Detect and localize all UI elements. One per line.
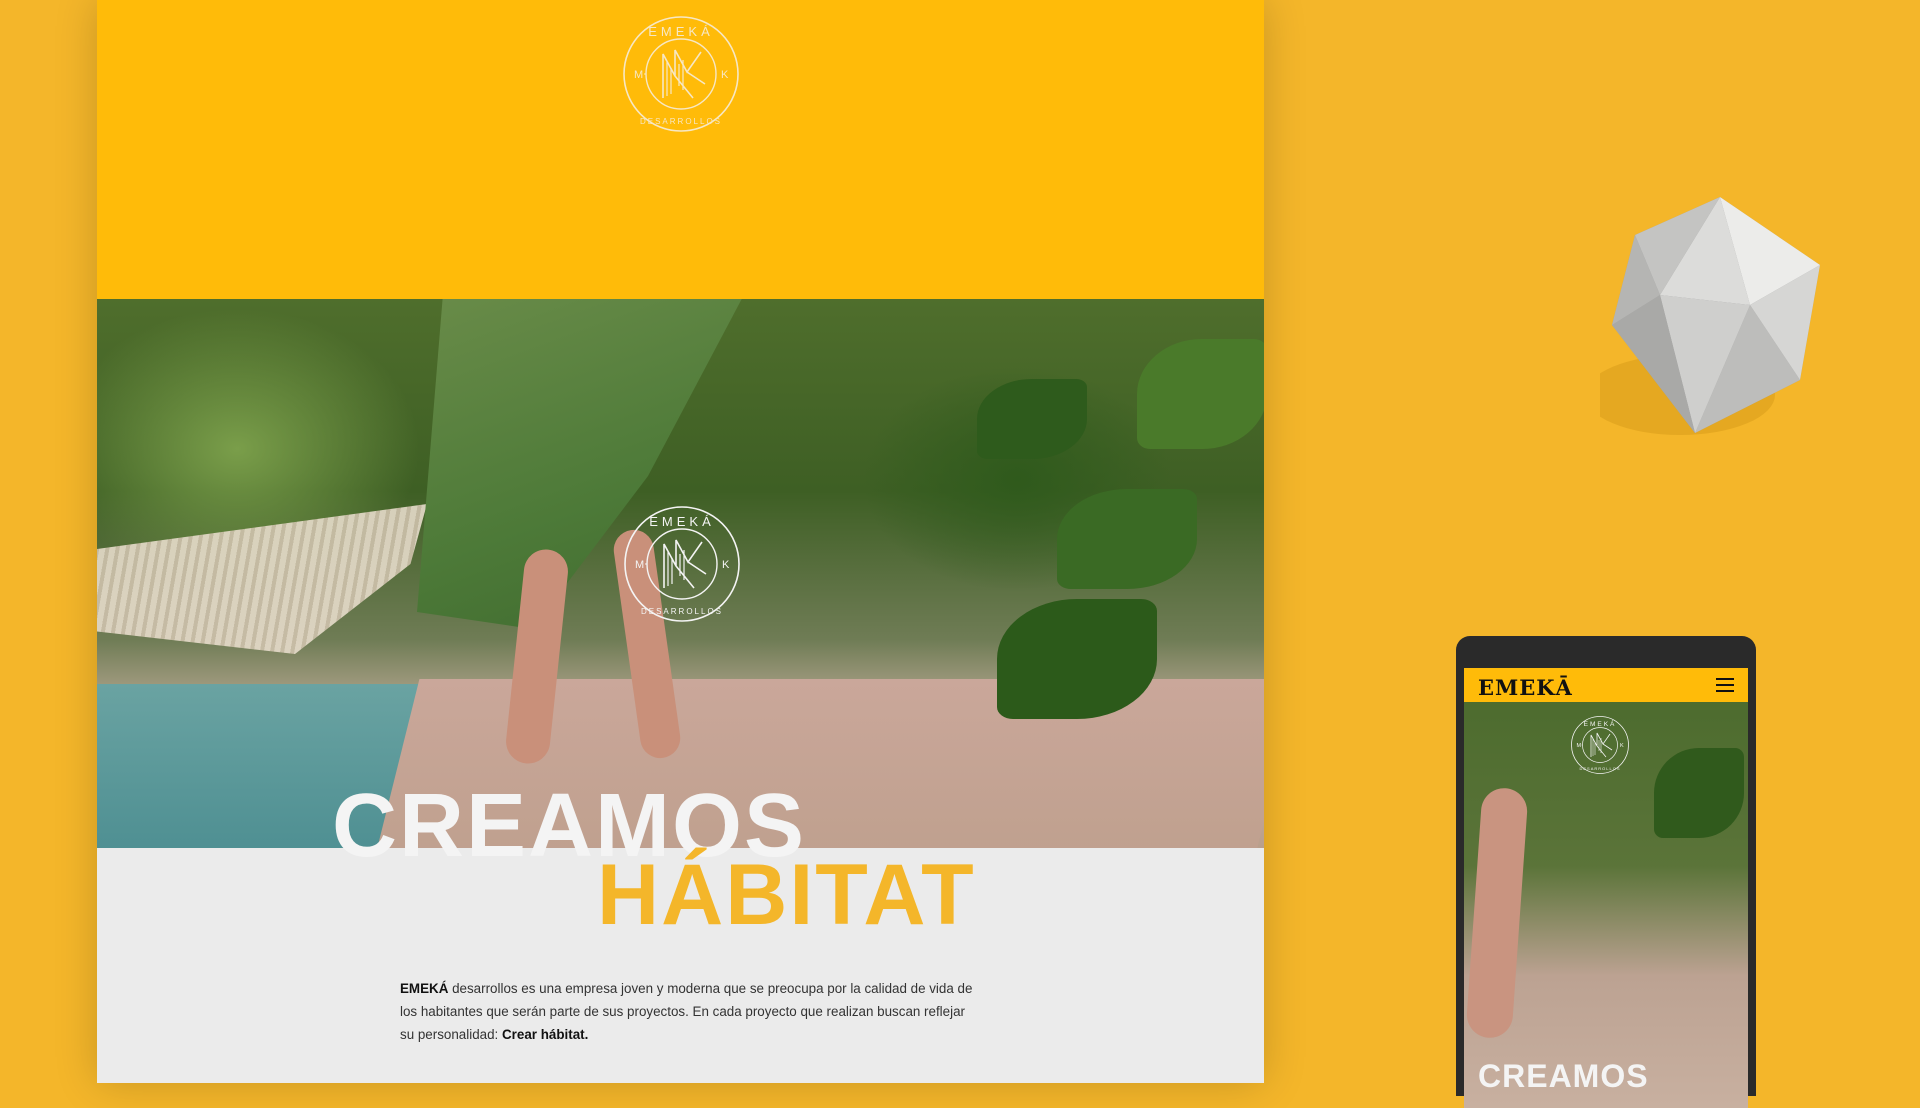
hero-image: EMEKÁ M K DESARROLLOS — [97, 299, 1264, 848]
svg-text:DESARROLLOS: DESARROLLOS — [1579, 766, 1620, 771]
mobile-brand[interactable]: EMEKĀ — [1478, 675, 1573, 700]
intro-paragraph: EMEKÁ desarrollos es una empresa joven y… — [400, 977, 980, 1046]
mobile-header: EMEKĀ — [1464, 668, 1748, 702]
emblem-icon: EMEKÁ M K DESARROLLOS — [623, 16, 739, 132]
header-emblem-logo[interactable]: EMEKÁ M K DESARROLLOS — [621, 14, 741, 134]
svg-text:K: K — [722, 559, 730, 571]
mobile-headline: CREAMOS — [1478, 1058, 1649, 1094]
polyhedron-decoration — [1585, 195, 1845, 440]
svg-text:EMEKÁ: EMEKÁ — [648, 24, 714, 39]
emblem-icon: EMEKÁ M K DESARROLLOS — [624, 506, 740, 622]
headline-habitat: HÁBITAT — [597, 847, 976, 943]
leaf-shape — [1137, 339, 1264, 449]
mobile-mockup: EMEKĀ EMEKÁ M K DESARROLLOS CREAMOS — [1456, 636, 1756, 1108]
intro-text: desarrollos es una empresa joven y moder… — [400, 981, 973, 1043]
leaf-shape — [977, 379, 1087, 459]
svg-text:EMEKÁ: EMEKÁ — [649, 514, 715, 529]
hammock-illustration — [97, 504, 427, 654]
desktop-mockup: EMEKÁ M K DESARROLLOS EMEKÁ M K DESARROL… — [97, 0, 1264, 1083]
svg-text:M: M — [635, 559, 644, 571]
svg-text:K: K — [721, 69, 729, 81]
desktop-header: EMEKÁ M K DESARROLLOS — [97, 0, 1264, 299]
mobile-emblem-logo: EMEKÁ M K DESARROLLOS — [1570, 715, 1630, 775]
svg-text:K: K — [1620, 743, 1624, 749]
svg-text:M: M — [1577, 743, 1582, 749]
svg-text:DESARROLLOS: DESARROLLOS — [640, 117, 722, 126]
svg-text:DESARROLLOS: DESARROLLOS — [641, 607, 723, 616]
leaf-shape — [1057, 489, 1197, 589]
intro-highlight: Crear hábitat. — [502, 1027, 589, 1043]
emblem-icon: EMEKÁ M K DESARROLLOS — [1571, 716, 1629, 774]
intro-brand: EMEKÁ — [400, 981, 449, 997]
leg-shape — [1465, 786, 1529, 1040]
leaf-shape — [997, 599, 1157, 719]
svg-text:EMEKÁ: EMEKÁ — [1584, 719, 1617, 728]
hamburger-menu-icon[interactable] — [1716, 678, 1734, 692]
svg-text:M: M — [634, 69, 643, 81]
leaf-shape — [1654, 748, 1744, 838]
hero-emblem-logo: EMEKÁ M K DESARROLLOS — [622, 504, 742, 624]
mobile-screen: EMEKĀ EMEKÁ M K DESARROLLOS CREAMOS — [1464, 668, 1748, 1108]
